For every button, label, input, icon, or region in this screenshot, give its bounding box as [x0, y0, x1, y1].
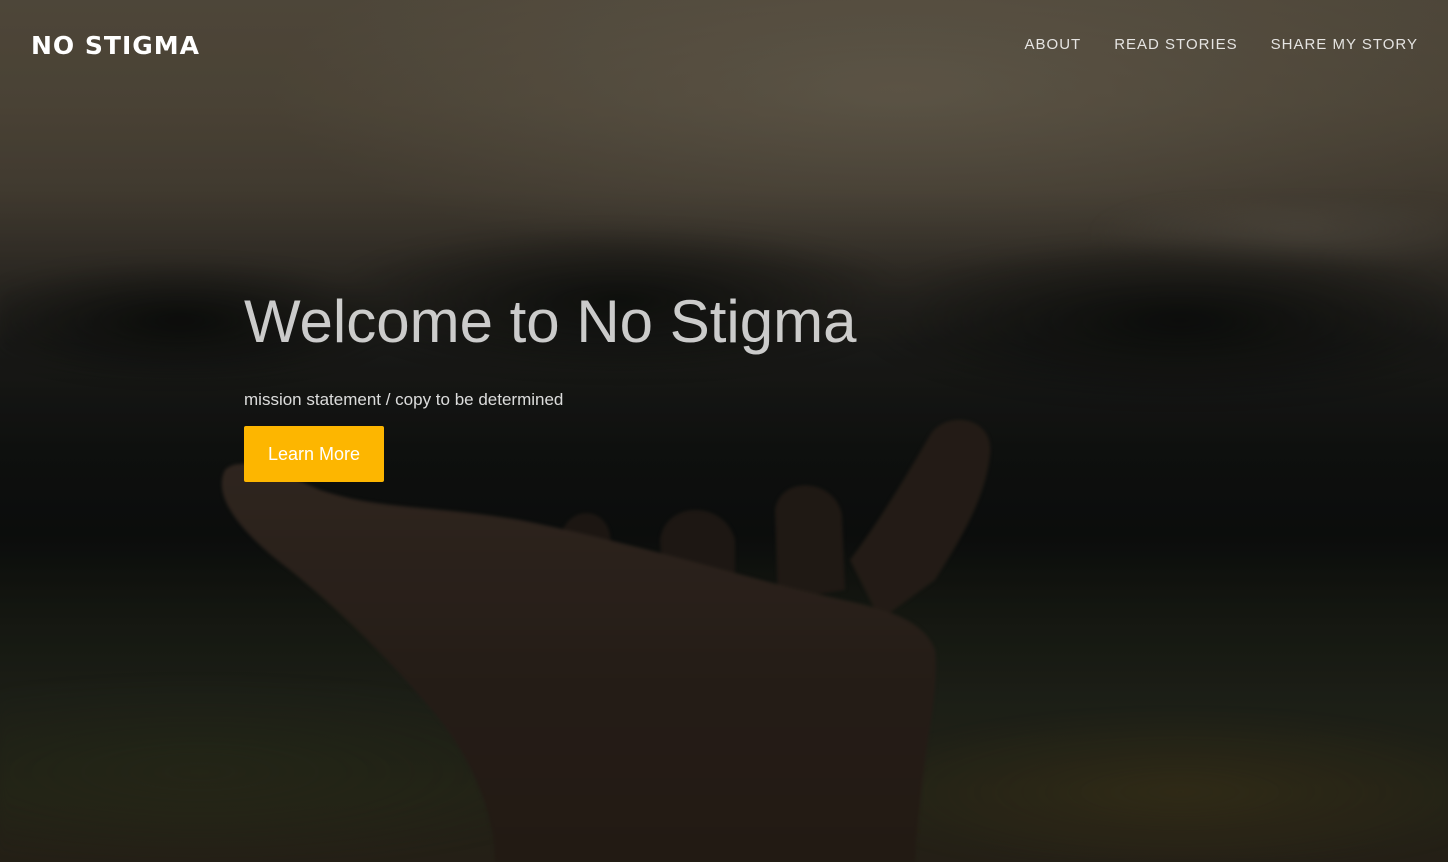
- nav-item-read-stories: READ STORIES: [1114, 36, 1237, 54]
- hero-title: Welcome to No Stigma: [244, 288, 857, 355]
- nav-item-share-my-story: SHARE MY STORY: [1271, 36, 1418, 54]
- hero-section: NO STIGMA ABOUT READ STORIES SHARE MY ST…: [0, 0, 1448, 862]
- hero-subtitle: mission statement / copy to be determine…: [244, 390, 564, 409]
- hero-content: Welcome to No Stigma mission statement /…: [244, 286, 856, 482]
- top-navbar: NO STIGMA ABOUT READ STORIES SHARE MY ST…: [0, 0, 1448, 90]
- nav-link-share-my-story[interactable]: SHARE MY STORY: [1271, 36, 1418, 53]
- brand-logo[interactable]: NO STIGMA: [31, 31, 200, 60]
- nav-item-about: ABOUT: [1025, 36, 1082, 54]
- learn-more-button[interactable]: Learn More: [244, 426, 384, 482]
- nav-links: ABOUT READ STORIES SHARE MY STORY: [1025, 36, 1418, 54]
- nav-link-read-stories[interactable]: READ STORIES: [1114, 36, 1237, 53]
- nav-link-about[interactable]: ABOUT: [1025, 36, 1082, 53]
